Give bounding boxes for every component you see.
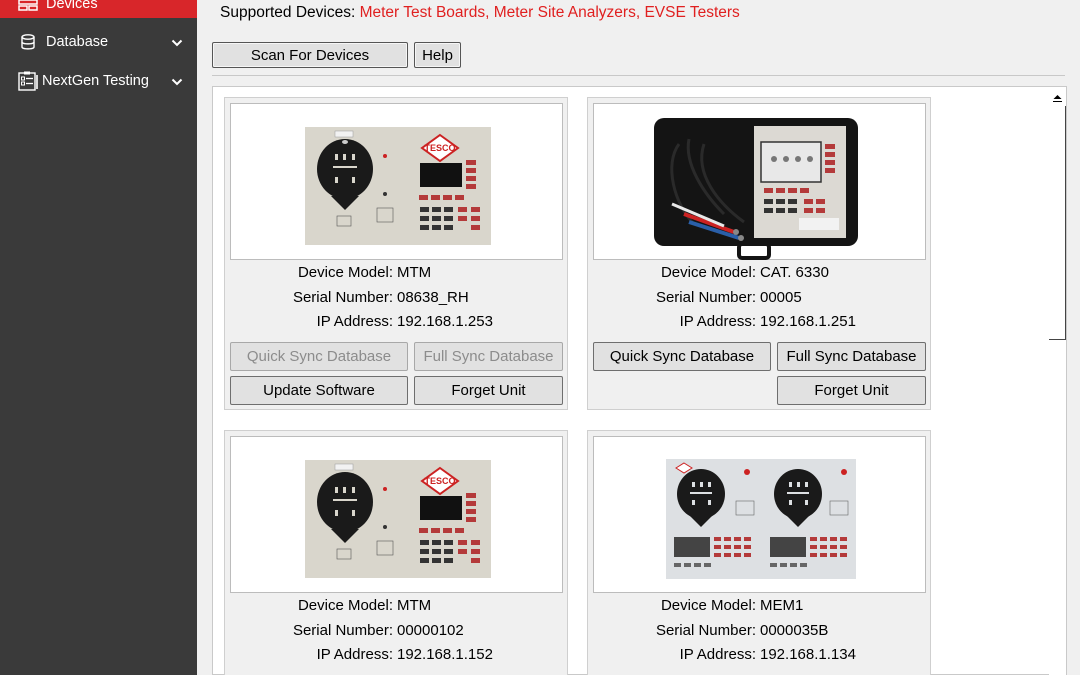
serial-number-label: Serial Number: — [292, 622, 393, 639]
forget-unit-button[interactable]: Forget Unit — [777, 376, 926, 405]
device-model-value: MTM — [397, 264, 432, 281]
serial-number-value: 00000102 — [397, 622, 464, 639]
mtm-board-illustration: TESCO — [305, 460, 491, 578]
clipboard-list-icon — [16, 71, 40, 91]
device-image: TESCO — [230, 103, 563, 260]
sidebar-item-nextgen-testing[interactable]: NextGen Testing — [0, 66, 197, 96]
forget-unit-button[interactable]: Forget Unit — [414, 376, 563, 405]
sidebar-item-label: Database — [46, 34, 109, 50]
device-image — [593, 436, 926, 593]
quick-sync-database-button[interactable]: Quick Sync Database — [230, 342, 408, 371]
chevron-down-icon[interactable] — [171, 36, 183, 52]
mem1-board-illustration — [666, 459, 856, 579]
quick-sync-database-button[interactable]: Quick Sync Database — [593, 342, 771, 371]
mtm-board-illustration: TESCO — [305, 127, 491, 245]
ip-address-label: IP Address: — [316, 313, 393, 330]
ip-address-value: 192.168.1.134 — [760, 646, 856, 663]
serial-number-label: Serial Number: — [655, 289, 756, 306]
serial-number-value: 00005 — [760, 289, 802, 306]
device-model-value: MEM1 — [760, 597, 804, 614]
supported-devices-list: Meter Test Boards, Meter Site Analyzers,… — [359, 4, 740, 21]
full-sync-database-button[interactable]: Full Sync Database — [777, 342, 926, 371]
device-model-label: Device Model: — [660, 597, 756, 614]
device-model-value: MTM — [397, 597, 432, 614]
ip-address-label: IP Address: — [679, 313, 756, 330]
device-model-label: Device Model: — [297, 597, 393, 614]
database-icon — [16, 34, 40, 50]
full-sync-database-button[interactable]: Full Sync Database — [414, 342, 563, 371]
supported-devices-text: Supported Devices: Meter Test Boards, Me… — [220, 4, 740, 21]
sidebar-item-label: Devices — [46, 0, 98, 12]
scrollbar-thumb[interactable] — [1049, 106, 1066, 340]
device-card: Device Model: CAT. 6330 Serial Number: 0… — [587, 97, 931, 410]
device-card: TESCO Device Model: MTM Serial Number: 0… — [224, 97, 568, 410]
divider — [212, 75, 1065, 76]
svg-text:TESCO: TESCO — [424, 143, 455, 153]
device-image: TESCO — [230, 436, 563, 593]
device-model-value: CAT. 6330 — [760, 264, 829, 281]
help-button[interactable]: Help — [414, 42, 461, 68]
device-card: Device Model: MEM1 Serial Number: 000003… — [587, 430, 931, 675]
device-image — [593, 103, 926, 260]
device-card: TESCO Device Model: MTM Serial Number: 0… — [224, 430, 568, 675]
sidebar-item-database[interactable]: Database — [0, 27, 197, 57]
sidebar-item-devices[interactable]: Devices — [0, 0, 197, 18]
serial-number-value: 0000035B — [760, 622, 829, 639]
update-software-button[interactable]: Update Software — [230, 376, 408, 405]
device-model-label: Device Model: — [660, 264, 756, 281]
device-model-label: Device Model: — [297, 264, 393, 281]
svg-text:TESCO: TESCO — [424, 476, 455, 486]
sidebar: Devices Database NextGen Testing — [0, 0, 197, 675]
ip-address-value: 192.168.1.152 — [397, 646, 493, 663]
scan-for-devices-button[interactable]: Scan For Devices — [212, 42, 408, 68]
chevron-down-icon[interactable] — [171, 75, 183, 91]
serial-number-label: Serial Number: — [655, 622, 756, 639]
ip-address-label: IP Address: — [316, 646, 393, 663]
serial-number-value: 08638_RH — [397, 289, 469, 306]
cat6330-analyzer-illustration — [654, 118, 858, 260]
serial-number-label: Serial Number: — [292, 289, 393, 306]
ip-address-value: 192.168.1.251 — [760, 313, 856, 330]
sidebar-item-label: NextGen Testing — [42, 73, 149, 89]
devices-icon — [16, 0, 40, 12]
scroll-up-arrow-icon[interactable] — [1052, 90, 1063, 102]
ip-address-label: IP Address: — [679, 646, 756, 663]
ip-address-value: 192.168.1.253 — [397, 313, 493, 330]
